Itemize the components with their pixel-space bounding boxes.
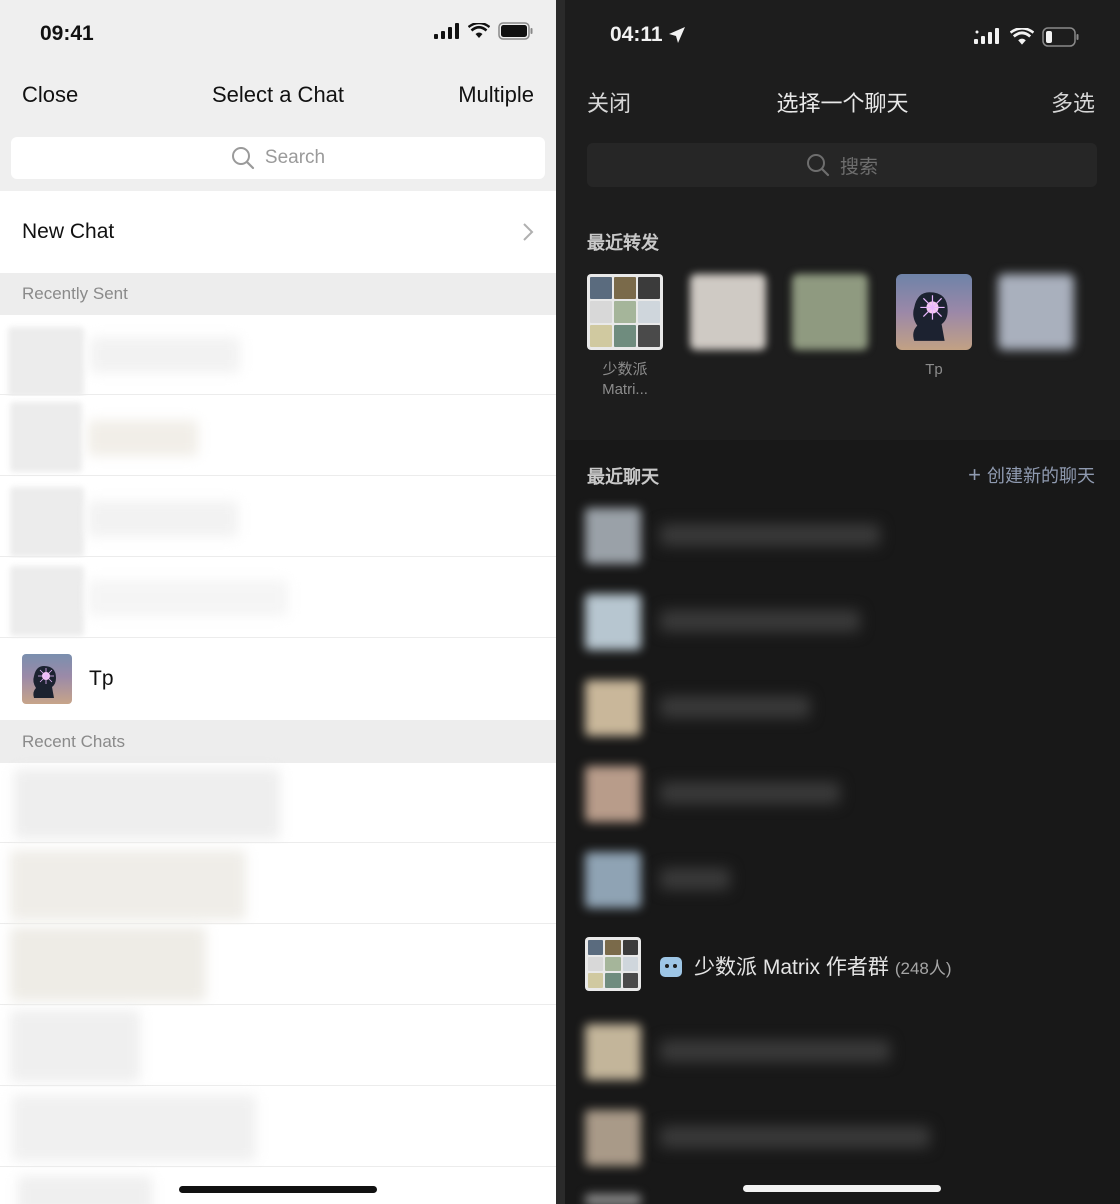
status-icons — [974, 27, 1080, 47]
status-icons — [434, 22, 534, 40]
recent-tile[interactable] — [690, 274, 766, 350]
recent-tile[interactable] — [998, 274, 1074, 350]
avatar — [22, 654, 72, 704]
page-title: 选择一个聊天 — [776, 91, 909, 116]
blurred-row — [10, 850, 246, 920]
status-time: 09:41 — [40, 22, 94, 45]
recent-tile-tp[interactable] — [896, 274, 972, 350]
search-input[interactable]: Search — [11, 137, 545, 179]
avatar — [8, 327, 84, 397]
recent-tile-label: 少数派 Matri... — [602, 361, 648, 398]
avatar — [585, 1194, 641, 1204]
blurred-row — [12, 1095, 256, 1161]
list-item[interactable] — [565, 492, 1120, 578]
light-mode-screen: 09:41 Close Select a Chat Multiple Searc… — [0, 0, 556, 1204]
plus-icon: + — [968, 462, 981, 487]
blurred-name — [660, 868, 730, 890]
avatar — [10, 487, 84, 557]
wifi-icon — [1010, 28, 1034, 45]
avatar — [585, 1110, 641, 1166]
header: 09:41 Close Select a Chat Multiple — [0, 0, 556, 137]
blurred-name — [660, 610, 860, 632]
blurred-name — [660, 696, 810, 718]
list-item-tp[interactable]: Tp — [0, 639, 556, 719]
avatar — [585, 766, 641, 822]
avatar — [585, 594, 641, 650]
location-arrow-icon — [669, 27, 686, 44]
contact-name: Tp — [89, 667, 114, 690]
status-time-text: 04:11 — [610, 23, 663, 46]
list-item[interactable] — [0, 558, 556, 638]
list-item[interactable] — [0, 844, 556, 924]
list-item[interactable] — [565, 836, 1120, 922]
list-item[interactable] — [0, 1006, 556, 1086]
list-item[interactable] — [0, 477, 556, 557]
home-indicator — [743, 1185, 941, 1192]
screen-divider — [556, 0, 565, 1204]
group-member-count: (248人) — [894, 959, 952, 978]
multiple-button[interactable]: Multiple — [458, 82, 534, 108]
blurred-name — [88, 580, 288, 616]
list-item[interactable] — [565, 578, 1120, 664]
blurred-row — [10, 927, 206, 1001]
recent-tile-matrix[interactable] — [587, 274, 663, 350]
blurred-name — [660, 782, 840, 804]
list-item[interactable] — [0, 315, 556, 397]
recently-sent-header: Recently Sent — [0, 273, 556, 315]
group-avatar — [585, 937, 641, 991]
list-item[interactable] — [0, 763, 556, 843]
recent-forward-header: 最近转发 — [587, 233, 659, 253]
search-placeholder: 搜索 — [839, 156, 878, 178]
search-bar-area: Search — [0, 137, 556, 191]
recent-tile[interactable] — [792, 274, 868, 350]
avatar — [585, 508, 641, 564]
blurred-name — [88, 420, 198, 456]
search-input[interactable]: 搜索 — [587, 143, 1097, 187]
blurred-name — [660, 1126, 930, 1148]
list-item[interactable] — [565, 1094, 1120, 1180]
search-icon — [806, 154, 830, 177]
multiple-button[interactable]: 多选 — [1051, 86, 1095, 118]
search-icon — [231, 147, 254, 170]
list-item[interactable] — [565, 750, 1120, 836]
status-time: 04:11 — [610, 23, 686, 47]
new-chat-row[interactable]: New Chat — [0, 192, 556, 272]
create-new-chat-link[interactable]: + 创建新的聊天 — [968, 462, 1095, 488]
recent-chats-header: 最近聊天 — [587, 467, 659, 487]
blurred-name — [660, 1040, 890, 1062]
wifi-icon — [468, 23, 490, 38]
home-indicator — [179, 1186, 377, 1193]
dark-mode-screen: 04:11 关闭 选择一个聊天 多选 搜索 最近转发 少数派 Matri... … — [565, 0, 1120, 1204]
avatar — [10, 566, 84, 636]
avatar — [585, 1024, 641, 1080]
blurred-name — [88, 501, 238, 537]
list-item[interactable] — [0, 1087, 556, 1167]
signal-icon — [434, 23, 459, 39]
blurred-name — [90, 337, 240, 373]
list-item[interactable] — [0, 925, 556, 1005]
new-chat-label: New Chat — [22, 220, 115, 243]
avatar — [585, 852, 641, 908]
recent-tile-label: Tp — [925, 361, 943, 378]
blurred-row — [14, 769, 280, 839]
list-item[interactable] — [0, 396, 556, 476]
battery-icon — [1042, 27, 1079, 47]
avatar — [585, 680, 641, 736]
group-chat-row[interactable]: 少数派 Matrix 作者群 (248人) — [660, 951, 952, 981]
group-name: 少数派 Matrix 作者群 — [694, 956, 889, 979]
chevron-right-icon — [523, 223, 534, 241]
create-new-chat-label: 创建新的聊天 — [987, 466, 1095, 486]
recent-chats-header: Recent Chats — [0, 720, 556, 763]
blurred-row — [10, 1010, 140, 1082]
battery-icon — [498, 22, 533, 40]
robot-icon — [660, 957, 682, 977]
signal-icon — [974, 28, 999, 44]
avatar — [10, 402, 82, 472]
search-placeholder: Search — [264, 147, 326, 168]
list-item[interactable] — [565, 1008, 1120, 1094]
blurred-row — [18, 1176, 152, 1204]
blurred-name — [660, 524, 880, 546]
list-item[interactable] — [565, 664, 1120, 750]
